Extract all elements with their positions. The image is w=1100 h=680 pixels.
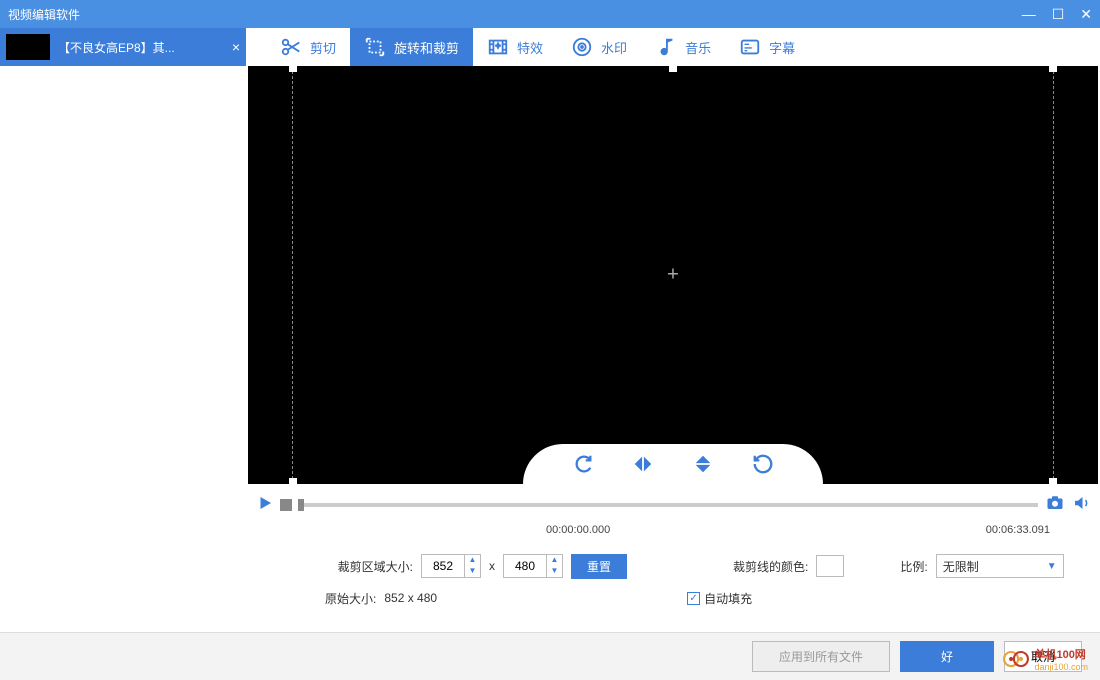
rotate-cw-button[interactable]	[572, 453, 594, 480]
tab-watermark[interactable]: 水印	[557, 28, 641, 66]
center-cross-icon: +	[667, 264, 679, 287]
tab-effects[interactable]: 特效	[473, 28, 557, 66]
flip-vertical-button[interactable]	[692, 453, 714, 480]
file-list-sidebar: 【不良女高EP8】其... ×	[0, 28, 246, 540]
flip-horizontal-button[interactable]	[632, 453, 654, 480]
reset-button[interactable]: 重置	[571, 554, 627, 579]
seek-track[interactable]	[298, 503, 1038, 507]
tool-tabs: 剪切 旋转和裁剪 特效 水印 音乐 字幕	[246, 28, 1100, 66]
video-preview[interactable]: + ⌄	[248, 66, 1098, 484]
watermark-icon	[571, 36, 593, 58]
music-icon	[655, 36, 677, 58]
width-up-icon[interactable]: ▲	[465, 555, 480, 566]
chevron-down-icon: ▼	[1047, 561, 1057, 572]
footer-bar: 应用到所有文件 好 取消	[0, 632, 1100, 680]
width-down-icon[interactable]: ▼	[465, 566, 480, 577]
total-time: 00:06:33.091	[986, 524, 1050, 536]
crop-handle-bl[interactable]	[289, 478, 297, 486]
tab-music[interactable]: 音乐	[641, 28, 725, 66]
stop-button[interactable]	[280, 499, 292, 511]
crop-handle-tr[interactable]	[1049, 64, 1057, 72]
crop-height-spinner[interactable]: ▲▼	[503, 554, 563, 578]
close-button[interactable]: ✕	[1080, 6, 1092, 23]
title-bar: 视频编辑软件 — ☐ ✕	[0, 0, 1100, 28]
cancel-button[interactable]: 取消	[1004, 641, 1082, 672]
ratio-label: 比例:	[900, 558, 927, 575]
crop-color-label: 裁剪线的颜色:	[733, 558, 808, 575]
volume-button[interactable]	[1072, 494, 1090, 517]
current-time: 00:00:00.000	[546, 524, 610, 536]
minimize-button[interactable]: —	[1022, 6, 1036, 23]
crop-rotate-icon	[364, 36, 386, 58]
crop-width-spinner[interactable]: ▲▼	[421, 554, 481, 578]
tab-cut[interactable]: 剪切	[266, 28, 350, 66]
subtitle-icon	[739, 36, 761, 58]
crop-size-label: 裁剪区域大小:	[325, 558, 413, 575]
snapshot-button[interactable]	[1044, 494, 1066, 517]
file-thumbnail	[6, 34, 50, 60]
tab-subtitle[interactable]: 字幕	[725, 28, 809, 66]
apply-all-button[interactable]: 应用到所有文件	[752, 641, 890, 672]
maximize-button[interactable]: ☐	[1052, 6, 1065, 23]
playback-bar	[248, 486, 1098, 524]
file-list-item[interactable]: 【不良女高EP8】其... ×	[0, 28, 246, 66]
play-button[interactable]	[256, 494, 274, 517]
height-up-icon[interactable]: ▲	[547, 555, 562, 566]
orig-size-value: 852 x 480	[384, 591, 437, 605]
crop-handle-tl[interactable]	[289, 64, 297, 72]
tab-rotate-crop[interactable]: 旋转和裁剪	[350, 28, 473, 66]
crop-settings-panel: 裁剪区域大小: ▲▼ x ▲▼ 重置 裁剪线的颜色: 比例: 无限制 ▼ 原始大…	[0, 540, 1100, 614]
rotate-toolbar	[523, 444, 823, 484]
ok-button[interactable]: 好	[900, 641, 994, 672]
reset-rotation-button[interactable]	[752, 453, 774, 480]
app-title: 视频编辑软件	[8, 6, 80, 23]
auto-fill-checkbox[interactable]: ✓ 自动填充	[687, 590, 752, 607]
height-down-icon[interactable]: ▼	[547, 566, 562, 577]
crop-handle-tc[interactable]	[669, 64, 677, 72]
crop-color-swatch[interactable]	[816, 555, 844, 577]
ratio-select[interactable]: 无限制 ▼	[936, 554, 1064, 578]
crop-height-input[interactable]	[504, 559, 546, 573]
orig-size-label: 原始大小:	[325, 590, 376, 607]
effects-icon	[487, 36, 509, 58]
file-close-icon[interactable]: ×	[232, 39, 240, 55]
scissors-icon	[280, 36, 302, 58]
seek-handle[interactable]	[298, 499, 304, 511]
file-name: 【不良女高EP8】其...	[58, 39, 175, 56]
crop-width-input[interactable]	[422, 559, 464, 573]
crop-region[interactable]: +	[292, 66, 1054, 484]
crop-handle-br[interactable]	[1049, 478, 1057, 486]
checkbox-check-icon: ✓	[687, 592, 700, 605]
